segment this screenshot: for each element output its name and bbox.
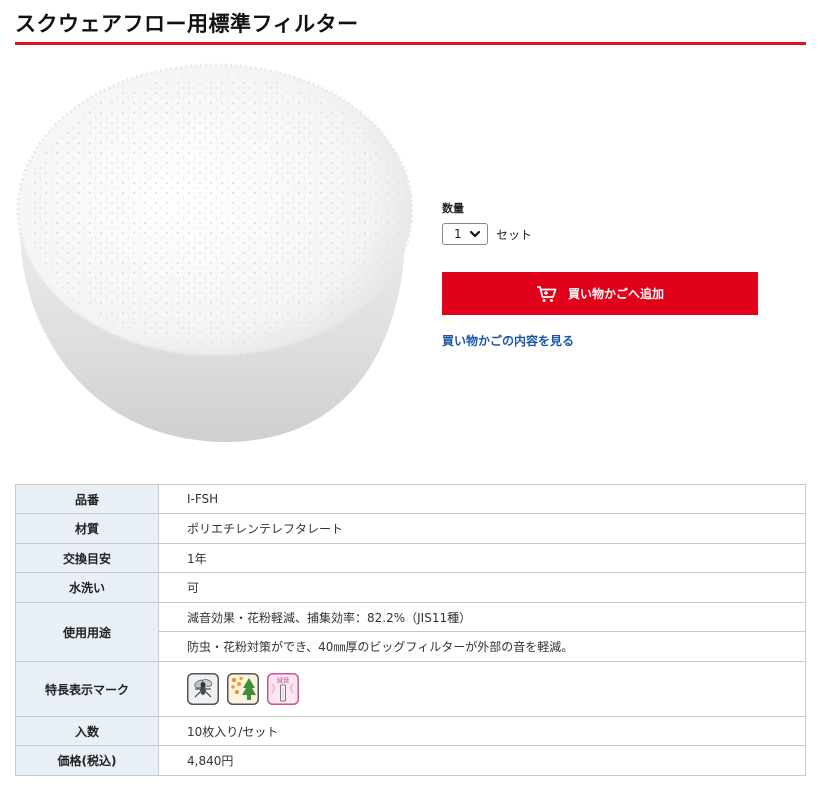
sound-reduction-mark-icon: 減音 xyxy=(267,673,299,705)
quantity-label: 数量 xyxy=(442,202,464,215)
spec-label-feature-marks: 特長表示マーク xyxy=(15,661,159,717)
cart-icon xyxy=(536,285,558,303)
table-row: 入数 10枚入り/セット xyxy=(15,716,806,746)
spec-value-price: 4,840円 xyxy=(158,745,806,776)
chevron-down-icon xyxy=(469,230,481,238)
table-row: 材質 ポリエチレンテレフタレート xyxy=(15,513,806,544)
table-row: 使用用途 減音効果・花粉軽減、捕集効率：82.2%（JIS11種） xyxy=(15,602,806,662)
title-divider xyxy=(15,42,806,45)
quantity-value: 1 xyxy=(454,227,462,241)
spec-label-replacement: 交換目安 xyxy=(15,543,159,573)
spec-value-part-number: I-FSH xyxy=(158,484,806,514)
spec-label-part-number: 品番 xyxy=(15,484,159,514)
spec-label-quantity: 入数 xyxy=(15,716,159,746)
spec-value-usage-2: 防虫・花粉対策ができ、40㎜厚のビッグフィルターが外部の音を軽減。 xyxy=(158,631,806,662)
table-row: 水洗い 可 xyxy=(15,572,806,603)
table-row: 品番 I-FSH xyxy=(15,484,806,514)
sound-mark-text: 減音 xyxy=(277,676,291,685)
spec-value-quantity: 10枚入り/セット xyxy=(158,716,806,746)
insect-repellent-mark-icon xyxy=(187,673,219,705)
table-row: 価格(税込) 4,840円 xyxy=(15,745,806,776)
table-row: 特長表示マーク 減音 xyxy=(15,661,806,717)
spec-label-material: 材質 xyxy=(15,513,159,544)
view-cart-link[interactable]: 買い物かごの内容を見る xyxy=(442,332,574,349)
spec-value-material: ポリエチレンテレフタレート xyxy=(158,513,806,544)
spec-value-washable: 可 xyxy=(158,572,806,603)
spec-label-washable: 水洗い xyxy=(15,572,159,603)
page-title: スクウェアフロー用標準フィルター xyxy=(15,12,359,36)
product-image xyxy=(16,63,414,442)
table-row: 交換目安 1年 xyxy=(15,543,806,573)
spec-label-usage: 使用用途 xyxy=(15,602,159,662)
spec-label-price: 価格(税込) xyxy=(15,745,159,776)
quantity-unit: セット xyxy=(496,228,533,242)
pollen-tree-mark-icon xyxy=(227,673,259,705)
add-to-cart-button[interactable]: 買い物かごへ追加 xyxy=(442,272,758,315)
spec-table: 品番 I-FSH 材質 ポリエチレンテレフタレート 交換目安 1年 水洗い 可 … xyxy=(15,484,806,776)
feature-marks: 減音 xyxy=(187,673,805,705)
quantity-select[interactable]: 1 xyxy=(442,223,488,245)
spec-value-usage-1: 減音効果・花粉軽減、捕集効率：82.2%（JIS11種） xyxy=(158,602,806,632)
add-to-cart-label: 買い物かごへ追加 xyxy=(567,287,664,301)
spec-value-replacement: 1年 xyxy=(158,543,806,573)
